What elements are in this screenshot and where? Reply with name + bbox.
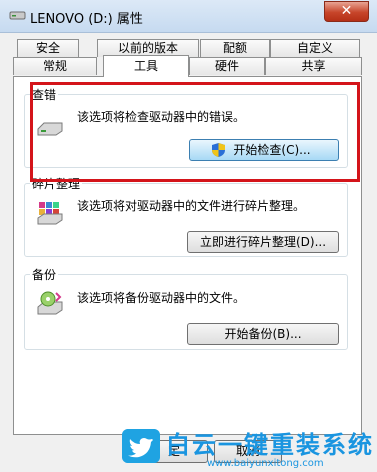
tab-tools[interactable]: 工具 (103, 55, 189, 77)
backup-now-button[interactable]: 开始备份(B)... (187, 323, 339, 345)
backup-description: 该选项将备份驱动器中的文件。 (77, 291, 246, 305)
backup-icon (37, 291, 63, 315)
title-bar[interactable]: LENOVO (D:) 属性 ✕ (0, 0, 377, 33)
twitter-bird-icon (122, 429, 160, 463)
tab-security[interactable]: 安全 (17, 39, 79, 57)
backup-group: 备份 该选项将备份驱动器中的文件。 开始备份(B)... (24, 266, 348, 350)
tab-customize[interactable]: 自定义 (270, 39, 360, 57)
defrag-group: 碎片整理 该选项将对驱动器中的文件进行碎片整理。 立即进行碎片整理(D)... (24, 175, 348, 257)
tab-hardware[interactable]: 硬件 (189, 57, 265, 75)
defrag-now-button[interactable]: 立即进行碎片整理(D)... (187, 231, 339, 253)
highlight-box (30, 82, 360, 182)
defrag-description: 该选项将对驱动器中的文件进行碎片整理。 (77, 199, 306, 213)
window-title: LENOVO (D:) 属性 (30, 12, 143, 27)
close-button[interactable]: ✕ (324, 1, 369, 22)
drive-icon (9, 11, 26, 20)
watermark-url: www.baiyunxitong.com (207, 458, 324, 469)
backup-title: 备份 (30, 266, 59, 283)
defrag-icon (37, 202, 63, 225)
tab-sharing[interactable]: 共享 (265, 57, 362, 75)
tab-general[interactable]: 常规 (13, 57, 97, 75)
tab-quota[interactable]: 配额 (200, 39, 270, 57)
watermark-text: 白云一键重装系统 (166, 431, 374, 459)
